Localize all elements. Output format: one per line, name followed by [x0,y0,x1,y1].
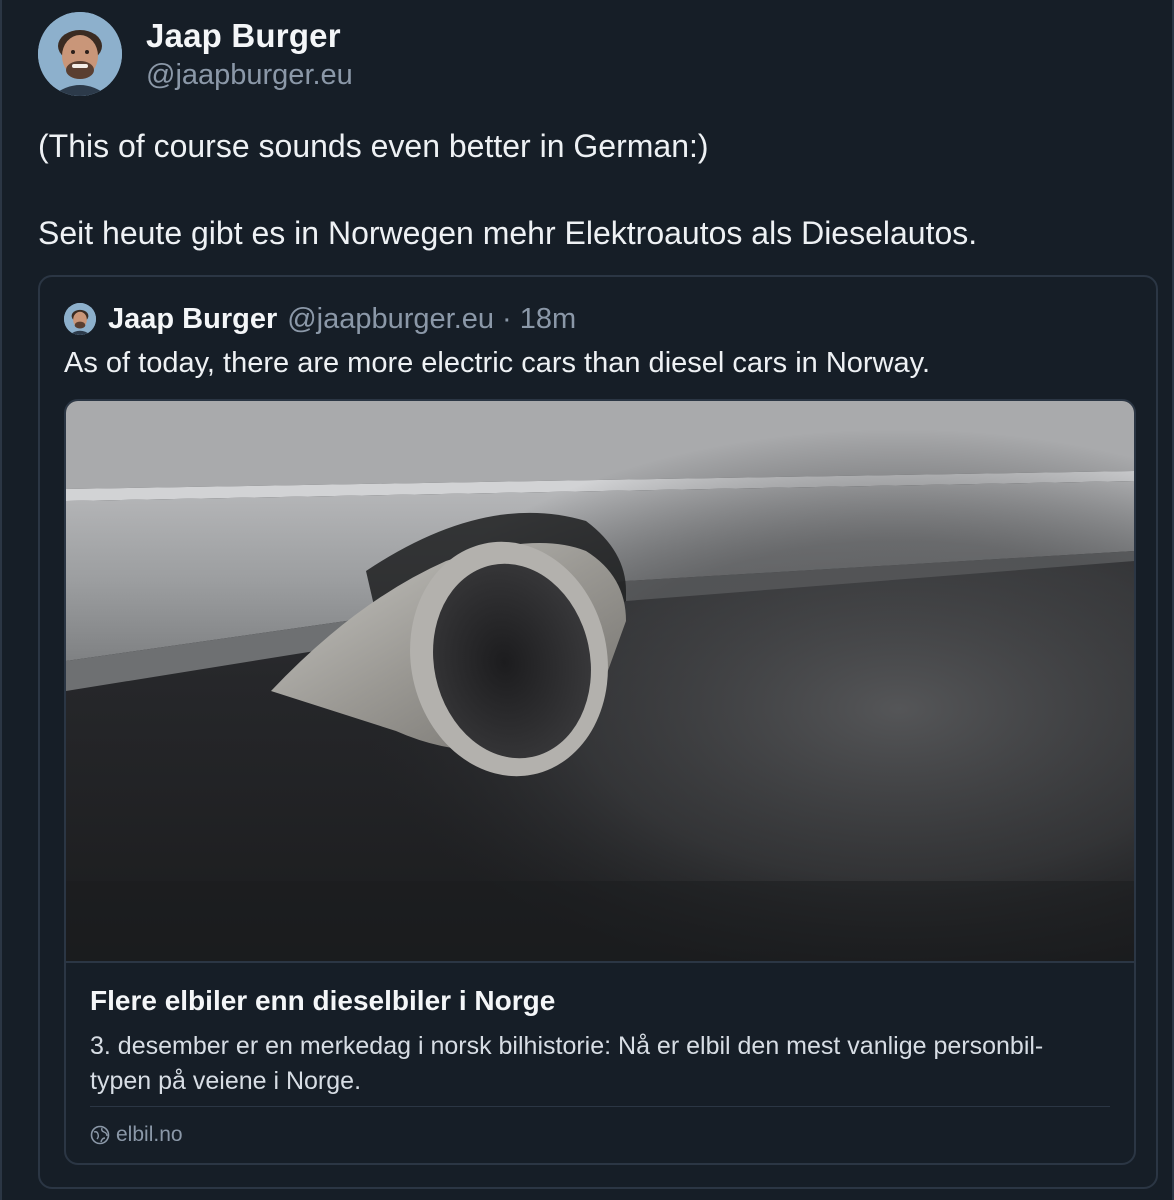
link-card-domain[interactable]: elbil.no [90,1121,183,1149]
link-card[interactable]: Flere elbiler enn dieselbiler i Norge 3.… [64,399,1136,1165]
quoted-post-header: Jaap Burger @jaapburger.eu · 18m [64,301,576,337]
link-card-description: 3. desember er en merkedag i norsk bilhi… [90,1032,1044,1095]
post: Jaap Burger @jaapburger.eu (This of cour… [38,12,1158,255]
quoted-avatar[interactable] [64,303,96,335]
post-text-line: (This of course sounds even better in Ge… [38,128,709,164]
meta-separator: · [502,303,512,335]
author-display-name[interactable]: Jaap Burger [146,16,353,56]
post-text: (This of course sounds even better in Ge… [38,124,1158,255]
quoted-author-display-name[interactable]: Jaap Burger [108,301,277,337]
quoted-post[interactable]: Jaap Burger @jaapburger.eu · 18m As of t… [38,275,1158,1189]
link-card-domain-text: elbil.no [116,1123,183,1146]
link-card-divider [66,961,1134,963]
globe-icon [90,1125,110,1145]
quoted-author-handle[interactable]: @jaapburger.eu [287,301,494,337]
avatar[interactable] [38,12,122,96]
quoted-post-time[interactable]: 18m [520,301,576,337]
post-text-line: Seit heute gibt es in Norwegen mehr Elek… [38,215,978,251]
thread-left-border [0,0,2,1200]
quoted-post-text: As of today, there are more electric car… [64,347,931,379]
link-card-title[interactable]: Flere elbiler enn dieselbiler i Norge [90,983,555,1019]
post-header: Jaap Burger @jaapburger.eu [38,12,1158,102]
post-thread-view: Jaap Burger @jaapburger.eu (This of cour… [0,0,1174,1200]
author-names: Jaap Burger @jaapburger.eu [146,12,353,94]
author-handle[interactable]: @jaapburger.eu [146,56,353,94]
link-card-rule [90,1106,1110,1107]
link-card-image[interactable] [66,401,1134,961]
